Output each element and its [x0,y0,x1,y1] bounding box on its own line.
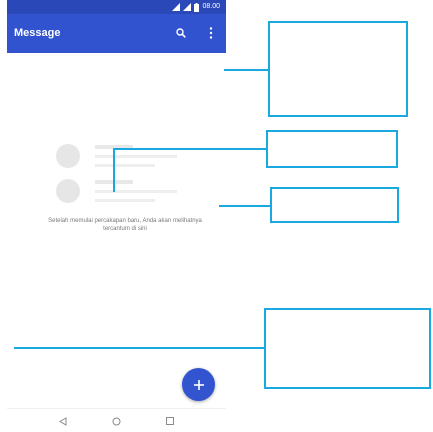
screen: 08.00 Message Setelah memulai percakapan… [0,0,433,432]
more-options-button[interactable] [204,26,218,40]
placeholder-line [95,190,177,193]
search-icon [176,28,186,38]
battery-icon [194,2,200,12]
callout-box [266,130,398,168]
status-time: 08.00 [202,3,220,10]
placeholder-line [95,199,155,202]
callout-line [14,347,265,349]
recents-icon [166,417,174,425]
callout-line [219,205,270,207]
callout-box [270,187,399,223]
back-button[interactable] [57,415,69,427]
app-actions [174,26,218,40]
status-bar: 08.00 [7,0,226,14]
placeholder-line [95,155,177,158]
home-button[interactable] [110,415,122,427]
callout-box [264,308,431,389]
app-bar: Message [7,14,226,53]
callout-line [113,148,115,192]
navigation-bar [7,408,226,432]
placeholder-line [95,164,155,167]
callout-box [268,21,408,117]
callout-line [113,148,268,150]
plus-icon [193,379,204,390]
app-title: Message [14,27,61,39]
more-vert-icon [209,27,213,39]
signal-icon [183,3,192,11]
status-icons: 08.00 [172,1,220,13]
recents-button[interactable] [164,415,176,427]
empty-state-message: Setelah memulai percakapan baru, Anda ak… [48,218,202,232]
home-icon [112,417,120,425]
placeholder-avatar [56,179,80,203]
new-conversation-button[interactable] [182,368,215,401]
signal-icon [172,3,181,11]
callout-line [224,69,268,71]
placeholder-avatar [56,144,80,168]
search-button[interactable] [174,26,188,40]
empty-conversation-illustration [56,144,177,203]
back-icon [59,416,67,426]
